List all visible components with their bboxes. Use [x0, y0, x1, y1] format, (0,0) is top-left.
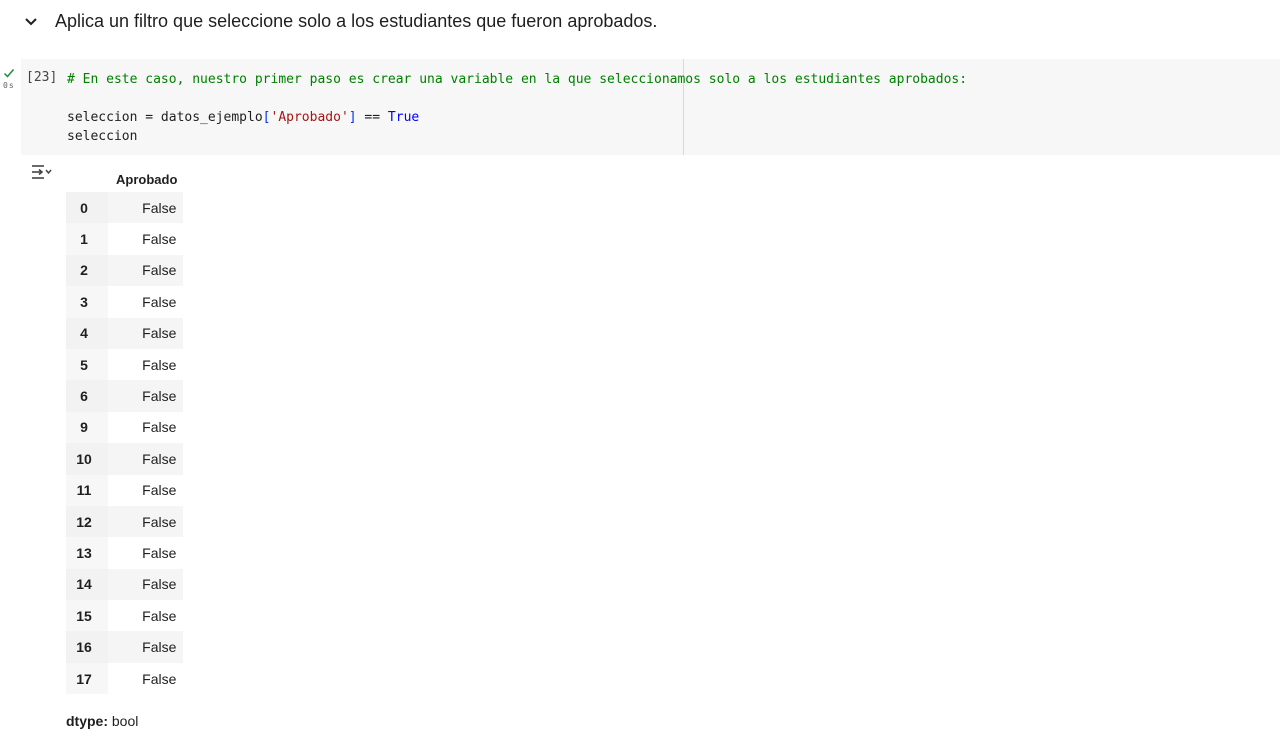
- row-value: False: [108, 443, 184, 475]
- row-value: False: [108, 411, 184, 444]
- section-title: Aplica un filtro que seleccione solo a l…: [55, 11, 658, 31]
- output-table: Aprobado 0 False 1 False 2 False 3 False 4 Fa…: [66, 166, 184, 695]
- checkmark-icon: [3, 69, 15, 78]
- row-value: False: [108, 600, 184, 632]
- row-value: False: [108, 192, 184, 224]
- code-assignment: seleccion = datos_ejemplo: [67, 110, 263, 125]
- row-value: False: [108, 254, 184, 287]
- section-header: Aplica un filtro que seleccione solo a l…: [0, 0, 1280, 46]
- table-row: 14 False: [66, 568, 184, 601]
- row-index: 0: [66, 192, 108, 224]
- row-value: False: [108, 223, 184, 255]
- row-index: 2: [66, 254, 108, 287]
- table-row: 6 False: [66, 380, 184, 412]
- table-row: 15 False: [66, 600, 184, 632]
- row-index: 11: [66, 474, 108, 506]
- row-value: False: [108, 317, 184, 349]
- table-row: 0 False: [66, 192, 184, 224]
- row-value: False: [108, 348, 184, 381]
- table-row: 9 False: [66, 411, 184, 444]
- table-row: 3 False: [66, 286, 184, 318]
- chevron-down-icon[interactable]: [22, 13, 40, 31]
- run-status: 0s: [0, 67, 20, 95]
- code-variable: seleccion: [67, 129, 138, 144]
- row-index: 4: [66, 317, 108, 349]
- code-bracket-open: [: [262, 110, 271, 125]
- table-row: 5 False: [66, 348, 184, 381]
- row-index: 12: [66, 505, 108, 538]
- code-bracket-close: ]: [348, 110, 357, 125]
- row-value: False: [108, 474, 184, 506]
- code-editor[interactable]: # En este caso, nuestro primer paso es c…: [67, 70, 967, 146]
- row-value: False: [108, 568, 184, 601]
- index-header: [66, 166, 108, 192]
- table-row: 12 False: [66, 505, 184, 538]
- code-string: 'Aprobado': [270, 110, 349, 125]
- row-index: 16: [66, 631, 108, 663]
- execution-count: [23]: [26, 70, 58, 85]
- table-row: 4 False: [66, 317, 184, 349]
- table-row: 17 False: [66, 662, 184, 695]
- row-index: 13: [66, 537, 108, 569]
- row-value: False: [108, 662, 184, 695]
- row-index: 9: [66, 411, 108, 444]
- row-index: 15: [66, 600, 108, 632]
- output-actions-icon[interactable]: [30, 162, 52, 182]
- row-value: False: [108, 505, 184, 538]
- execution-time: 0s: [3, 81, 15, 90]
- table-row: 13 False: [66, 537, 184, 569]
- table-row: 1 False: [66, 223, 184, 255]
- row-index: 3: [66, 286, 108, 318]
- row-index: 5: [66, 348, 108, 381]
- row-index: 6: [66, 380, 108, 412]
- column-header: Aprobado: [116, 171, 178, 187]
- row-value: False: [108, 286, 184, 318]
- code-operator: ==: [356, 110, 388, 125]
- code-keyword: True: [387, 110, 420, 125]
- row-index: 1: [66, 223, 108, 255]
- table-row: 10 False: [66, 443, 184, 475]
- code-comment: # En este caso, nuestro primer paso es c…: [67, 72, 968, 87]
- row-value: False: [108, 631, 184, 663]
- row-value: False: [108, 380, 184, 412]
- row-index: 10: [66, 443, 108, 475]
- row-value: False: [108, 537, 184, 569]
- row-index: 17: [66, 662, 108, 695]
- table-row: 11 False: [66, 474, 184, 506]
- table-row: 16 False: [66, 631, 184, 663]
- row-index: 14: [66, 568, 108, 601]
- table-row: 2 False: [66, 254, 184, 287]
